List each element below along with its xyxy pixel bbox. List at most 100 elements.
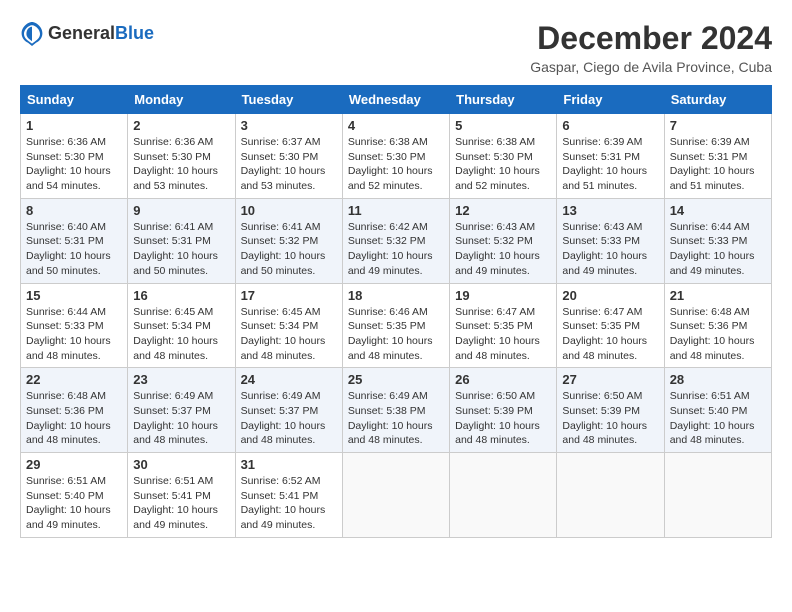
- calendar-cell: 25 Sunrise: 6:49 AM Sunset: 5:38 PM Dayl…: [342, 368, 449, 453]
- day-info: Sunrise: 6:41 AM Sunset: 5:32 PM Dayligh…: [241, 220, 337, 279]
- day-info: Sunrise: 6:46 AM Sunset: 5:35 PM Dayligh…: [348, 305, 444, 364]
- logo-icon: [20, 20, 44, 48]
- day-number: 7: [670, 118, 766, 133]
- day-info: Sunrise: 6:44 AM Sunset: 5:33 PM Dayligh…: [670, 220, 766, 279]
- day-info: Sunrise: 6:49 AM Sunset: 5:38 PM Dayligh…: [348, 389, 444, 448]
- header-monday: Monday: [128, 86, 235, 114]
- day-info: Sunrise: 6:51 AM Sunset: 5:41 PM Dayligh…: [133, 474, 229, 533]
- day-info: Sunrise: 6:49 AM Sunset: 5:37 PM Dayligh…: [133, 389, 229, 448]
- calendar-cell: 18 Sunrise: 6:46 AM Sunset: 5:35 PM Dayl…: [342, 283, 449, 368]
- day-number: 14: [670, 203, 766, 218]
- calendar-cell: 3 Sunrise: 6:37 AM Sunset: 5:30 PM Dayli…: [235, 114, 342, 199]
- day-number: 15: [26, 288, 122, 303]
- day-number: 27: [562, 372, 658, 387]
- calendar-cell: 2 Sunrise: 6:36 AM Sunset: 5:30 PM Dayli…: [128, 114, 235, 199]
- day-info: Sunrise: 6:39 AM Sunset: 5:31 PM Dayligh…: [670, 135, 766, 194]
- day-info: Sunrise: 6:45 AM Sunset: 5:34 PM Dayligh…: [133, 305, 229, 364]
- day-number: 1: [26, 118, 122, 133]
- calendar-cell: 1 Sunrise: 6:36 AM Sunset: 5:30 PM Dayli…: [21, 114, 128, 199]
- day-number: 31: [241, 457, 337, 472]
- calendar-cell: 5 Sunrise: 6:38 AM Sunset: 5:30 PM Dayli…: [450, 114, 557, 199]
- calendar-cell: [342, 453, 449, 538]
- calendar-cell: 7 Sunrise: 6:39 AM Sunset: 5:31 PM Dayli…: [664, 114, 771, 199]
- calendar-cell: [664, 453, 771, 538]
- day-number: 20: [562, 288, 658, 303]
- day-info: Sunrise: 6:36 AM Sunset: 5:30 PM Dayligh…: [26, 135, 122, 194]
- header-sunday: Sunday: [21, 86, 128, 114]
- header: GeneralBlue December 2024 Gaspar, Ciego …: [20, 20, 772, 75]
- day-number: 6: [562, 118, 658, 133]
- week-row-1: 1 Sunrise: 6:36 AM Sunset: 5:30 PM Dayli…: [21, 114, 772, 199]
- calendar-cell: 30 Sunrise: 6:51 AM Sunset: 5:41 PM Dayl…: [128, 453, 235, 538]
- day-info: Sunrise: 6:51 AM Sunset: 5:40 PM Dayligh…: [26, 474, 122, 533]
- header-saturday: Saturday: [664, 86, 771, 114]
- day-info: Sunrise: 6:48 AM Sunset: 5:36 PM Dayligh…: [26, 389, 122, 448]
- calendar-cell: 27 Sunrise: 6:50 AM Sunset: 5:39 PM Dayl…: [557, 368, 664, 453]
- day-number: 11: [348, 203, 444, 218]
- calendar-cell: 12 Sunrise: 6:43 AM Sunset: 5:32 PM Dayl…: [450, 198, 557, 283]
- calendar-cell: 19 Sunrise: 6:47 AM Sunset: 5:35 PM Dayl…: [450, 283, 557, 368]
- day-info: Sunrise: 6:48 AM Sunset: 5:36 PM Dayligh…: [670, 305, 766, 364]
- day-number: 21: [670, 288, 766, 303]
- day-info: Sunrise: 6:50 AM Sunset: 5:39 PM Dayligh…: [562, 389, 658, 448]
- day-number: 9: [133, 203, 229, 218]
- calendar-title: December 2024: [530, 20, 772, 57]
- day-info: Sunrise: 6:37 AM Sunset: 5:30 PM Dayligh…: [241, 135, 337, 194]
- calendar-table: SundayMondayTuesdayWednesdayThursdayFrid…: [20, 85, 772, 538]
- day-info: Sunrise: 6:42 AM Sunset: 5:32 PM Dayligh…: [348, 220, 444, 279]
- day-number: 23: [133, 372, 229, 387]
- header-thursday: Thursday: [450, 86, 557, 114]
- day-number: 30: [133, 457, 229, 472]
- calendar-cell: 23 Sunrise: 6:49 AM Sunset: 5:37 PM Dayl…: [128, 368, 235, 453]
- day-number: 2: [133, 118, 229, 133]
- day-number: 5: [455, 118, 551, 133]
- day-info: Sunrise: 6:38 AM Sunset: 5:30 PM Dayligh…: [455, 135, 551, 194]
- day-info: Sunrise: 6:45 AM Sunset: 5:34 PM Dayligh…: [241, 305, 337, 364]
- day-info: Sunrise: 6:52 AM Sunset: 5:41 PM Dayligh…: [241, 474, 337, 533]
- day-number: 16: [133, 288, 229, 303]
- calendar-cell: 17 Sunrise: 6:45 AM Sunset: 5:34 PM Dayl…: [235, 283, 342, 368]
- day-number: 17: [241, 288, 337, 303]
- calendar-cell: 8 Sunrise: 6:40 AM Sunset: 5:31 PM Dayli…: [21, 198, 128, 283]
- day-info: Sunrise: 6:38 AM Sunset: 5:30 PM Dayligh…: [348, 135, 444, 194]
- day-info: Sunrise: 6:49 AM Sunset: 5:37 PM Dayligh…: [241, 389, 337, 448]
- day-number: 3: [241, 118, 337, 133]
- header-friday: Friday: [557, 86, 664, 114]
- day-info: Sunrise: 6:43 AM Sunset: 5:32 PM Dayligh…: [455, 220, 551, 279]
- day-number: 26: [455, 372, 551, 387]
- day-number: 24: [241, 372, 337, 387]
- calendar-cell: 9 Sunrise: 6:41 AM Sunset: 5:31 PM Dayli…: [128, 198, 235, 283]
- logo-blue: Blue: [115, 23, 154, 43]
- calendar-cell: 10 Sunrise: 6:41 AM Sunset: 5:32 PM Dayl…: [235, 198, 342, 283]
- day-info: Sunrise: 6:36 AM Sunset: 5:30 PM Dayligh…: [133, 135, 229, 194]
- calendar-cell: 24 Sunrise: 6:49 AM Sunset: 5:37 PM Dayl…: [235, 368, 342, 453]
- logo: GeneralBlue: [20, 20, 154, 48]
- day-number: 12: [455, 203, 551, 218]
- day-info: Sunrise: 6:50 AM Sunset: 5:39 PM Dayligh…: [455, 389, 551, 448]
- week-row-4: 22 Sunrise: 6:48 AM Sunset: 5:36 PM Dayl…: [21, 368, 772, 453]
- calendar-cell: 15 Sunrise: 6:44 AM Sunset: 5:33 PM Dayl…: [21, 283, 128, 368]
- calendar-cell: 22 Sunrise: 6:48 AM Sunset: 5:36 PM Dayl…: [21, 368, 128, 453]
- day-number: 29: [26, 457, 122, 472]
- calendar-cell: 16 Sunrise: 6:45 AM Sunset: 5:34 PM Dayl…: [128, 283, 235, 368]
- calendar-cell: 13 Sunrise: 6:43 AM Sunset: 5:33 PM Dayl…: [557, 198, 664, 283]
- day-info: Sunrise: 6:47 AM Sunset: 5:35 PM Dayligh…: [455, 305, 551, 364]
- calendar-cell: 4 Sunrise: 6:38 AM Sunset: 5:30 PM Dayli…: [342, 114, 449, 199]
- calendar-subtitle: Gaspar, Ciego de Avila Province, Cuba: [530, 59, 772, 75]
- week-row-2: 8 Sunrise: 6:40 AM Sunset: 5:31 PM Dayli…: [21, 198, 772, 283]
- day-number: 18: [348, 288, 444, 303]
- calendar-cell: 6 Sunrise: 6:39 AM Sunset: 5:31 PM Dayli…: [557, 114, 664, 199]
- day-number: 28: [670, 372, 766, 387]
- title-area: December 2024 Gaspar, Ciego de Avila Pro…: [530, 20, 772, 75]
- day-number: 10: [241, 203, 337, 218]
- day-number: 8: [26, 203, 122, 218]
- logo-general: General: [48, 23, 115, 43]
- day-info: Sunrise: 6:51 AM Sunset: 5:40 PM Dayligh…: [670, 389, 766, 448]
- calendar-cell: 21 Sunrise: 6:48 AM Sunset: 5:36 PM Dayl…: [664, 283, 771, 368]
- calendar-cell: 28 Sunrise: 6:51 AM Sunset: 5:40 PM Dayl…: [664, 368, 771, 453]
- calendar-cell: 29 Sunrise: 6:51 AM Sunset: 5:40 PM Dayl…: [21, 453, 128, 538]
- day-number: 22: [26, 372, 122, 387]
- day-info: Sunrise: 6:40 AM Sunset: 5:31 PM Dayligh…: [26, 220, 122, 279]
- calendar-cell: 14 Sunrise: 6:44 AM Sunset: 5:33 PM Dayl…: [664, 198, 771, 283]
- header-wednesday: Wednesday: [342, 86, 449, 114]
